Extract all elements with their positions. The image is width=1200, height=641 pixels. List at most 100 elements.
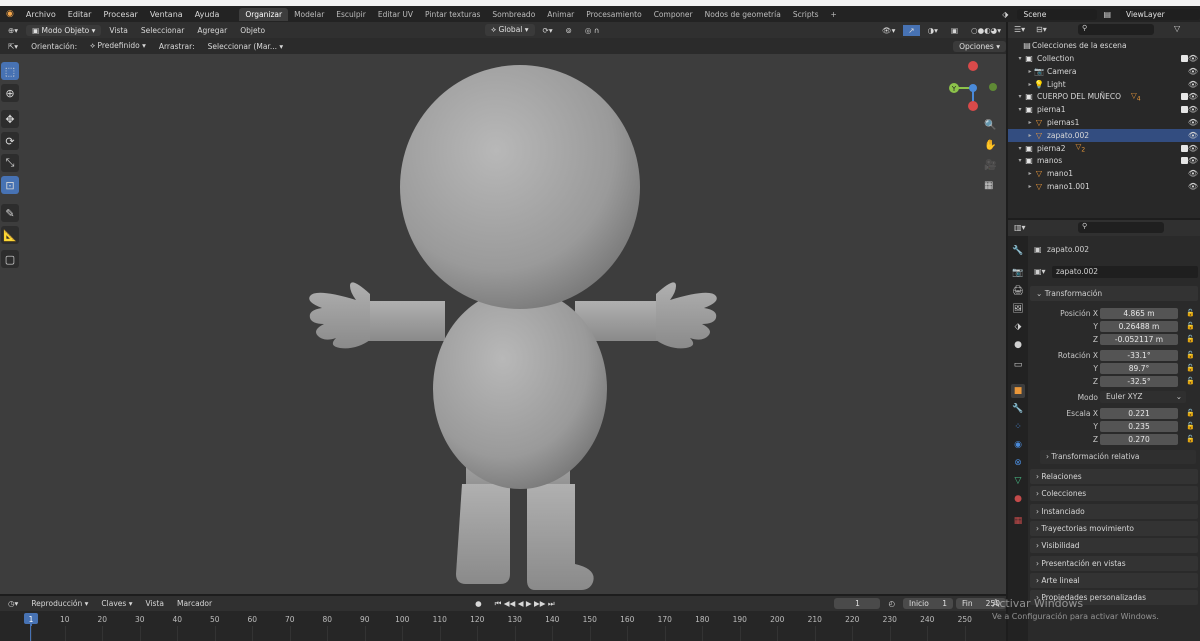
properties-section[interactable]: › Visibilidad — [1030, 538, 1198, 554]
playback-controls[interactable]: ⏮ ◀◀ ◀ ▶ ▶▶ ⏭ — [490, 598, 560, 610]
render-tab-icon[interactable]: 📷 — [1011, 266, 1025, 280]
clock-icon[interactable]: ◴ — [883, 598, 900, 609]
collapse-chevron-icon[interactable]: ▸ — [1026, 68, 1034, 75]
rotation-x-field[interactable]: -33.1° — [1100, 350, 1178, 361]
xray-icon[interactable]: ▣ — [946, 25, 963, 36]
properties-section[interactable]: › Colecciones — [1030, 486, 1198, 502]
eye-icon[interactable]: 👁 — [1188, 67, 1198, 76]
menu-marcador[interactable]: Marcador — [172, 598, 217, 609]
relative-transform-subpanel[interactable]: › Transformación relativa — [1040, 450, 1196, 464]
navigation-gizmo[interactable]: Y — [945, 60, 1001, 116]
lock-icon[interactable]: 🔓 — [1186, 377, 1195, 385]
collapse-chevron-icon[interactable]: ▸ — [1026, 119, 1034, 126]
rotation-y-field[interactable]: 89.7° — [1100, 363, 1178, 374]
rotation-mode-select[interactable]: Euler XYZ ⌄ — [1100, 391, 1186, 403]
view-layer-tab-icon[interactable]: 🖼 — [1011, 302, 1025, 316]
shading-modes-icon[interactable]: ○●◐◕▾ — [966, 25, 1006, 36]
3d-viewport[interactable]: ⬚ ⊕ ✥ ⟳ ⤡ ⊡ ✎ 📐 ▢ Y 🔍 ✋ 🎥 ▦ — [0, 54, 1006, 594]
outliner-row[interactable]: ▾ ▣ Collection 👁 — [1008, 52, 1200, 65]
menu-reproduccion[interactable]: Reproducción ▾ — [26, 598, 93, 609]
menu-agregar[interactable]: Agregar — [192, 25, 232, 36]
camera-view-icon[interactable]: 🎥 — [984, 160, 996, 171]
properties-type-icon[interactable]: ▥▾ — [1014, 223, 1026, 232]
outliner-row[interactable]: ▸ ▽ mano1.001 👁 — [1008, 180, 1200, 193]
tab-componer[interactable]: Componer — [648, 8, 699, 21]
scale-z-field[interactable]: 0.270 — [1100, 434, 1178, 445]
menu-procesar[interactable]: Procesar — [97, 10, 143, 19]
eye-icon[interactable]: 👁 — [1188, 105, 1198, 114]
transform-orientation-selector[interactable]: ⟡ Global ▾ — [485, 24, 535, 36]
snap-icon[interactable]: ⊚ — [561, 25, 577, 36]
start-frame-field[interactable]: Inicio 1 — [903, 598, 953, 609]
position-y-field[interactable]: 0.26488 m — [1100, 321, 1178, 332]
outliner-row[interactable]: ▾ ▣ pierna2 ▽2 👁 — [1008, 142, 1200, 155]
add-workspace-button[interactable]: + — [824, 8, 842, 21]
lock-icon[interactable]: 🔓 — [1186, 322, 1195, 330]
lock-icon[interactable]: 🔓 — [1186, 351, 1195, 359]
outliner-search-input[interactable]: ⚲ — [1078, 24, 1154, 35]
orientation-dropdown[interactable]: ⟡ Predefinido ▾ — [85, 40, 151, 52]
menu-objeto[interactable]: Objeto — [235, 25, 270, 36]
eye-icon[interactable]: 👁 — [1188, 144, 1198, 153]
tab-editar-uv[interactable]: Editar UV — [372, 8, 419, 21]
mode-selector[interactable]: ▣ Modo Objeto ▾ — [26, 24, 102, 36]
outliner-filter-icon[interactable]: ▽ — [1174, 24, 1180, 33]
overlay-toggle-icon[interactable]: ◑▾ — [923, 25, 943, 36]
menu-editar[interactable]: Editar — [62, 10, 98, 19]
eye-icon[interactable]: 👁 — [1188, 54, 1198, 63]
world-tab-icon[interactable]: ● — [1011, 338, 1025, 352]
perspective-grid-icon[interactable]: ▦ — [984, 180, 993, 191]
tab-nodos-geometria[interactable]: Nodos de geometría — [699, 8, 787, 21]
pan-hand-icon[interactable]: ✋ — [984, 140, 996, 151]
expand-chevron-icon[interactable]: ▾ — [1016, 145, 1024, 152]
texture-tab-icon[interactable]: ▦ — [1011, 514, 1025, 528]
properties-section[interactable]: › Instanciado — [1030, 503, 1198, 519]
object-tab-icon[interactable]: ■ — [1011, 384, 1025, 398]
collapse-chevron-icon[interactable]: ▸ — [1026, 81, 1034, 88]
gizmo-toggle-icon[interactable]: ↗ — [903, 24, 920, 36]
lock-icon[interactable]: 🔓 — [1186, 364, 1195, 372]
record-icon[interactable]: ● — [470, 598, 487, 609]
scale-y-field[interactable]: 0.235 — [1100, 421, 1178, 432]
eye-icon[interactable]: 👁 — [1188, 80, 1198, 89]
outliner-row[interactable]: ▾ ▣ CUERPO DEL MUÑECO ▽4 👁 — [1008, 90, 1200, 103]
properties-section[interactable]: › Arte lineal — [1030, 572, 1198, 588]
pivot-icon[interactable]: ⟳▾ — [538, 25, 558, 36]
tab-procesamiento[interactable]: Procesamiento — [580, 8, 647, 21]
constraints-tab-icon[interactable]: ⊗ — [1011, 456, 1025, 470]
tool-tab-icon[interactable]: 🔧 — [1011, 244, 1025, 258]
lock-icon[interactable]: 🔓 — [1186, 422, 1195, 430]
view-layer-icon[interactable]: ▤ — [1097, 10, 1117, 19]
outliner-row[interactable]: ▸ ▽ mano1 👁 — [1008, 167, 1200, 180]
tab-sombreado[interactable]: Sombreado — [486, 8, 541, 21]
zoom-icon[interactable]: 🔍 — [984, 120, 996, 131]
outliner-row[interactable]: ▸ 📷 Camera 👁 — [1008, 65, 1200, 78]
particles-tab-icon[interactable]: ⁘ — [1011, 420, 1025, 434]
tab-pintar-texturas[interactable]: Pintar texturas — [419, 8, 486, 21]
lock-icon[interactable]: 🔓 — [1186, 309, 1195, 317]
properties-section[interactable]: › Relaciones — [1030, 469, 1198, 484]
collection-tab-icon[interactable]: ▭ — [1011, 358, 1025, 372]
view-layer-selector[interactable]: ViewLayer — [1120, 8, 1200, 20]
tab-organizar[interactable]: Organizar — [239, 7, 289, 21]
collapse-chevron-icon[interactable]: ▸ — [1026, 170, 1034, 177]
material-tab-icon[interactable]: ● — [1011, 492, 1025, 506]
timeline-editor-icon[interactable]: ◷▾ — [3, 598, 23, 609]
properties-section[interactable]: › Presentación en vistas — [1030, 555, 1198, 571]
menu-claves[interactable]: Claves ▾ — [96, 598, 137, 609]
mannequin-model[interactable] — [0, 54, 1006, 594]
outliner-row[interactable]: ▸ ▽ piernas1 👁 — [1008, 116, 1200, 129]
tab-animar[interactable]: Animar — [541, 8, 580, 21]
transform-panel-header[interactable]: ⌄ Transformación — [1030, 286, 1198, 301]
expand-chevron-icon[interactable]: ▾ — [1016, 93, 1024, 100]
options-button[interactable]: Opciones ▾ — [953, 40, 1006, 52]
modifier-tab-icon[interactable]: 🔧 — [1011, 402, 1025, 416]
position-x-field[interactable]: 4.865 m — [1100, 308, 1178, 319]
eye-icon[interactable]: 👁 — [1188, 92, 1198, 101]
current-frame-field[interactable]: 1 — [834, 598, 881, 609]
tab-esculpir[interactable]: Esculpir — [330, 8, 372, 21]
visibility-icon[interactable]: 👁▾ — [877, 25, 900, 36]
blender-logo-icon[interactable]: ◉ — [0, 9, 20, 19]
lock-icon[interactable]: 🔓 — [1186, 335, 1195, 343]
timeline-ruler[interactable]: 1 10 20 30 40 50 60 70 80 90 100 110 120 130 140 150 160… — [0, 611, 1006, 641]
